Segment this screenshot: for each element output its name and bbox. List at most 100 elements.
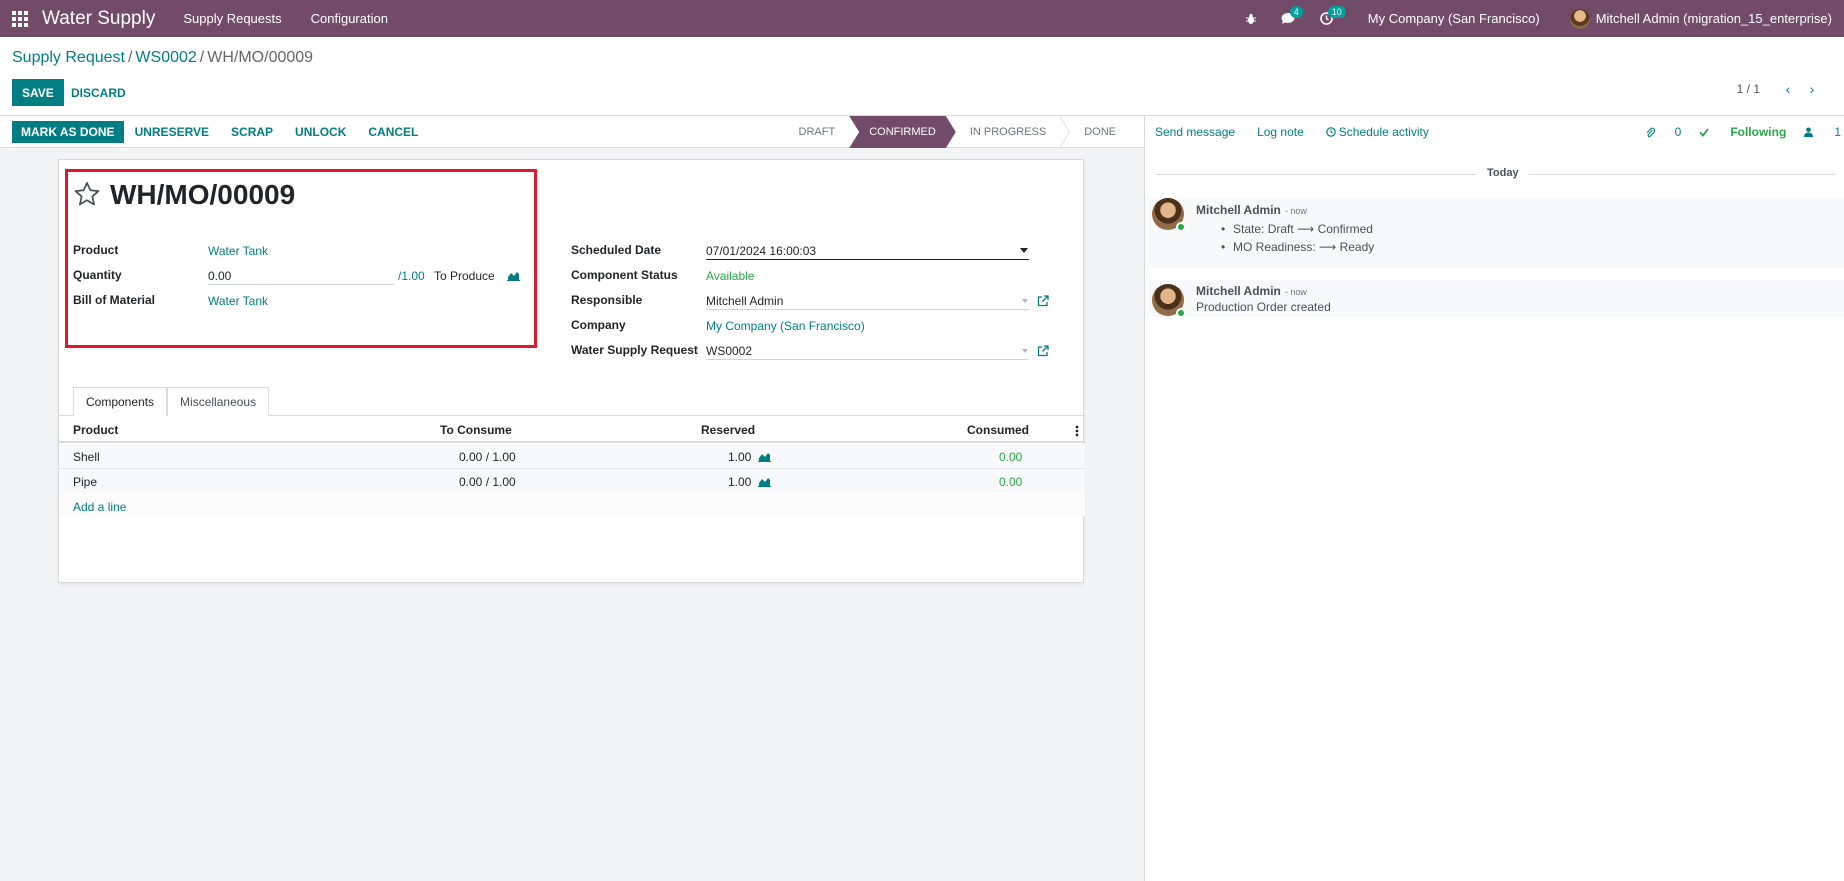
star-favorite-icon[interactable] — [73, 180, 101, 208]
unreserve-button[interactable]: UNRESERVE — [126, 121, 218, 143]
author-avatar[interactable] — [1152, 284, 1186, 318]
save-button[interactable]: SAVE — [12, 79, 64, 106]
add-a-line-link[interactable]: Add a line — [73, 500, 126, 514]
record-title: WH/MO/00009 — [110, 179, 296, 210]
component-status-value: Available — [706, 269, 755, 283]
top-navbar: Water Supply Supply Requests Configurati… — [0, 0, 1844, 37]
row-consumed: 0.00 — [999, 450, 1023, 464]
schedule-activity-button[interactable]: Schedule activity — [1325, 125, 1429, 139]
pager-previous-icon[interactable]: ‹ — [1776, 81, 1800, 97]
components-table-header: Product To Consume Reserved Consumed — [59, 417, 1085, 443]
unlock-button[interactable]: UNLOCK — [286, 121, 355, 143]
breadcrumb: Supply Request / WS0002/WH/MO/00009 — [12, 49, 314, 66]
bom-value[interactable]: Water Tank — [208, 294, 268, 308]
chatter-message: Mitchell Admin- now State: Draft ⟶ Confi… — [1145, 198, 1844, 268]
messages-count-badge: 4 — [1289, 6, 1303, 18]
send-message-button[interactable]: Send message — [1155, 125, 1235, 139]
col-product[interactable]: Product — [73, 423, 118, 437]
breadcrumb-current: WH/MO/00009 — [207, 49, 314, 66]
responsible-caret-icon[interactable] — [1022, 299, 1028, 303]
responsible-underline — [706, 309, 1029, 310]
tab-components[interactable]: Components — [73, 387, 168, 416]
company-switcher[interactable]: My Company (San Francisco) — [1368, 11, 1540, 26]
product-value[interactable]: Water Tank — [208, 244, 268, 258]
pager-next-icon[interactable]: › — [1800, 81, 1824, 97]
water-supply-request-input[interactable]: WS0002 — [706, 344, 752, 358]
log-note-button[interactable]: Log note — [1257, 125, 1304, 139]
forecast-chart-icon[interactable] — [758, 451, 771, 462]
caret-down-icon[interactable] — [1020, 248, 1028, 253]
activities-count-badge: 10 — [1327, 6, 1346, 18]
breadcrumb-ws0002[interactable]: WS0002 — [135, 49, 196, 66]
row-product: Pipe — [73, 475, 98, 489]
attachments-count: 0 — [1674, 125, 1682, 139]
attachments-button[interactable]: 0 — [1646, 125, 1682, 139]
stage-pipeline: DRAFT CONFIRMED IN PROGRESS DONE — [785, 116, 1130, 148]
forecast-chart-icon[interactable] — [758, 476, 771, 487]
activities-clock-icon[interactable]: 10 — [1308, 0, 1346, 37]
company-value[interactable]: My Company (San Francisco) — [706, 319, 865, 333]
col-consumed[interactable]: Consumed — [967, 423, 1029, 437]
online-status-icon — [1176, 308, 1186, 318]
followers-button[interactable]: 1 — [1804, 125, 1841, 139]
messages-icon[interactable]: 4 — [1270, 0, 1308, 37]
optional-columns-icon[interactable] — [1075, 425, 1079, 437]
responsible-label: Responsible — [571, 293, 643, 307]
author-name: Mitchell Admin — [1196, 284, 1281, 298]
wsr-underline — [706, 359, 1029, 360]
user-menu[interactable]: Mitchell Admin (migration_15_enterprise) — [1569, 8, 1832, 29]
quantity-input[interactable]: 0.00 — [208, 269, 231, 283]
user-icon — [1804, 127, 1814, 137]
today-label: Today — [1477, 167, 1529, 179]
notebook-tabs: Components Miscellaneous — [73, 387, 270, 416]
row-reserved: 1.00 — [728, 475, 752, 489]
scheduled-date-label: Scheduled Date — [571, 243, 662, 257]
bug-icon[interactable] — [1232, 0, 1270, 37]
scrap-button[interactable]: SCRAP — [222, 121, 282, 143]
cancel-button[interactable]: CANCEL — [359, 121, 427, 143]
row-consumed: 0.00 — [999, 475, 1023, 489]
control-panel: Supply Request / WS0002/WH/MO/00009 SAVE D… — [0, 37, 1844, 116]
table-row[interactable]: Shell 0.00 / 1.00 1.00 0.00 — [59, 444, 1085, 469]
message-author[interactable]: Mitchell Admin - now — [1196, 203, 1307, 217]
stage-done[interactable]: DONE — [1070, 116, 1130, 148]
tracking-value: State: Draft ⟶ Confirmed — [1221, 222, 1373, 236]
responsible-input[interactable]: Mitchell Admin — [706, 294, 783, 308]
stage-draft[interactable]: DRAFT — [785, 116, 850, 148]
breadcrumb-supply-request[interactable]: Supply Request — [12, 49, 125, 66]
message-time: - now — [1284, 287, 1307, 297]
responsible-external-link-icon[interactable] — [1037, 295, 1049, 307]
app-name[interactable]: Water Supply — [42, 8, 155, 30]
chatter-message: Mitchell Admin - now Production Order cre… — [1145, 280, 1844, 318]
pager-value[interactable]: 1 / 1 — [1737, 82, 1760, 96]
quantity-underline — [208, 284, 394, 285]
stage-in-progress[interactable]: IN PROGRESS — [956, 116, 1060, 148]
mark-as-done-button[interactable]: MARK AS DONE — [12, 120, 124, 143]
tab-miscellaneous[interactable]: Miscellaneous — [167, 387, 270, 416]
apps-menu-icon[interactable] — [0, 0, 40, 37]
wsr-external-link-icon[interactable] — [1037, 345, 1049, 357]
author-name: Mitchell Admin — [1196, 203, 1281, 217]
add-line-row — [59, 492, 1085, 516]
following-button[interactable]: Following — [1699, 125, 1786, 139]
schedule-activity-label: Schedule activity — [1338, 125, 1429, 139]
online-status-icon — [1176, 222, 1186, 232]
form-sheet: WH/MO/00009 Product Water Tank Quantity … — [58, 159, 1085, 583]
menu-supply-requests[interactable]: Supply Requests — [183, 11, 281, 26]
col-reserved[interactable]: Reserved — [701, 423, 755, 437]
discard-button[interactable]: DISCARD — [71, 79, 126, 106]
product-label: Product — [73, 243, 119, 257]
col-to-consume[interactable]: To Consume — [440, 423, 512, 437]
check-icon — [1699, 127, 1710, 137]
message-author[interactable]: Mitchell Admin - now — [1196, 284, 1307, 298]
wsr-caret-icon[interactable] — [1022, 349, 1028, 353]
menu-configuration[interactable]: Configuration — [311, 11, 388, 26]
scheduled-date-input[interactable]: 07/01/2024 16:00:03 — [706, 244, 816, 258]
table-row[interactable]: Pipe 0.00 / 1.00 1.00 0.00 — [59, 469, 1085, 494]
user-avatar — [1569, 8, 1590, 29]
forecast-chart-icon[interactable] — [507, 270, 520, 281]
chatter-topbar: Send message Log note Schedule activity … — [1145, 116, 1844, 148]
row-to-consume: 0.00 / 1.00 — [459, 475, 516, 489]
author-avatar[interactable] — [1152, 198, 1186, 232]
stage-confirmed[interactable]: CONFIRMED — [849, 116, 956, 148]
